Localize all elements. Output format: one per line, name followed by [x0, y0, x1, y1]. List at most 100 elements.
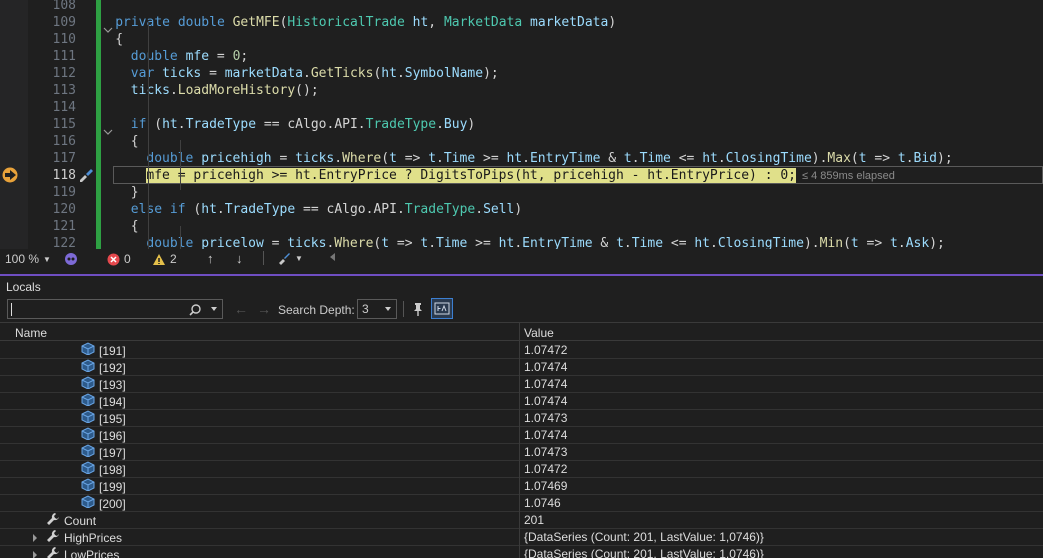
- locals-row[interactable]: [196] 1.07474: [0, 427, 1043, 444]
- locals-row[interactable]: [193] 1.07474: [0, 376, 1043, 393]
- column-header-name[interactable]: Name: [15, 326, 47, 340]
- locals-row[interactable]: [195] 1.07473: [0, 410, 1043, 427]
- locals-row[interactable]: [197] 1.07473: [0, 444, 1043, 461]
- next-issue-arrow-icon[interactable]: ↓: [236, 251, 243, 266]
- expand-arrow-icon[interactable]: [33, 534, 37, 542]
- code-text[interactable]: var ticks = marketData.GetTicks(ht.Symbo…: [131, 65, 499, 82]
- property-wrench-icon: [46, 546, 60, 558]
- search-forward-arrow-icon[interactable]: →: [257, 301, 271, 317]
- variable-value[interactable]: 1.07474: [524, 393, 567, 409]
- pin-icon[interactable]: [409, 300, 427, 318]
- column-divider: [519, 342, 520, 359]
- variable-value[interactable]: 1.07472: [524, 461, 567, 477]
- code-line[interactable]: 120 else if (ht.TradeType == cAlgo.API.Tr…: [0, 201, 1043, 218]
- code-line[interactable]: 112 var ticks = marketData.GetTicks(ht.Sy…: [0, 65, 1043, 82]
- locals-row[interactable]: Count 201: [0, 512, 1043, 529]
- zoom-dropdown[interactable]: 100 % ▼: [5, 252, 51, 266]
- code-text[interactable]: {: [115, 31, 123, 48]
- code-line[interactable]: 109 private double GetMFE(HistoricalTrade…: [0, 14, 1043, 31]
- search-depth-select[interactable]: 3: [357, 299, 397, 319]
- error-count: 0: [124, 252, 131, 266]
- fold-chevron-icon[interactable]: [103, 121, 113, 135]
- variable-value[interactable]: 1.07474: [524, 376, 567, 392]
- property-wrench-icon: [46, 512, 60, 530]
- code-text[interactable]: double pricelow = ticks.Where(t => t.Tim…: [146, 235, 944, 249]
- warnings-indicator[interactable]: 2: [152, 252, 177, 266]
- code-text[interactable]: double pricehigh = ticks.Where(t => t.Ti…: [146, 150, 952, 167]
- expand-arrow-icon[interactable]: [33, 551, 37, 558]
- variable-value[interactable]: {DataSeries (Count: 201, LastValue: 1,07…: [524, 546, 764, 558]
- locals-row[interactable]: [198] 1.07472: [0, 461, 1043, 478]
- array-element-icon: [80, 478, 95, 495]
- fold-chevron-icon[interactable]: [103, 19, 113, 33]
- locals-row[interactable]: [194] 1.07474: [0, 393, 1043, 410]
- line-number: 111: [52, 49, 76, 64]
- brush-icon[interactable]: [78, 168, 94, 182]
- code-line[interactable]: 115 if (ht.TradeType == cAlgo.API.TradeTy…: [0, 116, 1043, 133]
- variable-name: LowPrices: [64, 548, 120, 558]
- locals-row[interactable]: HighPrices {DataSeries (Count: 201, LastV…: [0, 529, 1043, 546]
- code-cleanup-dropdown[interactable]: ▼: [277, 252, 303, 265]
- code-text[interactable]: }: [131, 184, 139, 201]
- code-editor[interactable]: 108 109 private double GetMFE(HistoricalTr…: [0, 0, 1043, 249]
- code-text[interactable]: if (ht.TradeType == cAlgo.API.TradeType.…: [131, 116, 475, 133]
- hexadecimal-display-button[interactable]: [431, 298, 453, 319]
- code-line[interactable]: 111 double mfe = 0;: [0, 48, 1043, 65]
- code-line[interactable]: 113 ticks.LoadMoreHistory();: [0, 82, 1043, 99]
- code-text[interactable]: ticks.LoadMoreHistory();: [131, 82, 319, 99]
- locals-row[interactable]: LowPrices {DataSeries (Count: 201, LastVa…: [0, 546, 1043, 558]
- variable-name: [197]: [99, 445, 126, 460]
- variable-value[interactable]: 1.0746: [524, 495, 561, 511]
- hex-display-icon: [434, 302, 450, 315]
- array-element-icon: [80, 376, 95, 393]
- variable-value[interactable]: 1.07474: [524, 427, 567, 443]
- errors-indicator[interactable]: 0: [107, 252, 131, 266]
- variable-value[interactable]: 1.07474: [524, 359, 567, 375]
- line-number: 117: [52, 151, 76, 166]
- previous-issue-arrow-icon[interactable]: ↑: [207, 251, 214, 266]
- code-text[interactable]: else if (ht.TradeType == cAlgo.API.Trade…: [131, 201, 522, 218]
- search-input[interactable]: [7, 299, 223, 319]
- copilot-icon[interactable]: [63, 252, 79, 266]
- variable-value[interactable]: 201: [524, 512, 544, 528]
- property-wrench-icon: [46, 529, 60, 547]
- chevron-down-icon[interactable]: [211, 307, 217, 311]
- column-divider: [519, 427, 520, 444]
- variable-value[interactable]: 1.07473: [524, 444, 567, 460]
- search-icon[interactable]: [188, 303, 202, 317]
- locals-row[interactable]: [191] 1.07472: [0, 342, 1043, 359]
- variable-value[interactable]: 1.07473: [524, 410, 567, 426]
- column-divider[interactable]: [519, 323, 520, 342]
- code-line[interactable]: 121 {: [0, 218, 1043, 235]
- execution-arrow-icon[interactable]: [2, 167, 20, 183]
- variable-value[interactable]: 1.07472: [524, 342, 567, 358]
- code-line[interactable]: 110 {: [0, 31, 1043, 48]
- code-line[interactable]: 119}: [0, 184, 1043, 201]
- variable-value[interactable]: 1.07469: [524, 478, 567, 494]
- column-divider: [519, 444, 520, 461]
- locals-row[interactable]: [200] 1.0746: [0, 495, 1043, 512]
- code-line[interactable]: 122 double pricelow = ticks.Where(t => t.…: [0, 235, 1043, 249]
- code-line[interactable]: 116 {: [0, 133, 1043, 150]
- variable-name: [193]: [99, 377, 126, 392]
- locals-grid[interactable]: [191] 1.07472 [192] 1.07474 [193] 1.07474 [194…: [0, 342, 1043, 558]
- array-element-icon: [80, 495, 95, 512]
- locals-row[interactable]: [199] 1.07469: [0, 478, 1043, 495]
- array-element-icon: [80, 359, 95, 376]
- code-text[interactable]: {: [131, 218, 139, 235]
- locals-row[interactable]: [192] 1.07474: [0, 359, 1043, 376]
- column-header-value[interactable]: Value: [524, 326, 554, 340]
- locals-window-title[interactable]: Locals: [0, 277, 47, 297]
- broom-icon: [279, 253, 290, 265]
- search-back-arrow-icon[interactable]: ←: [234, 301, 248, 317]
- variable-name: [200]: [99, 496, 126, 511]
- code-text[interactable]: private double GetMFE(HistoricalTrade ht…: [115, 14, 616, 31]
- scroll-left-icon[interactable]: [330, 253, 335, 261]
- panel-splitter[interactable]: [0, 274, 1043, 276]
- divider: [263, 251, 264, 265]
- code-line[interactable]: 108: [0, 0, 1043, 14]
- code-line[interactable]: 117 double pricehigh = ticks.Where(t => t…: [0, 150, 1043, 167]
- code-text[interactable]: {: [131, 133, 139, 150]
- code-line[interactable]: 114: [0, 99, 1043, 116]
- variable-value[interactable]: {DataSeries (Count: 201, LastValue: 1,07…: [524, 529, 764, 545]
